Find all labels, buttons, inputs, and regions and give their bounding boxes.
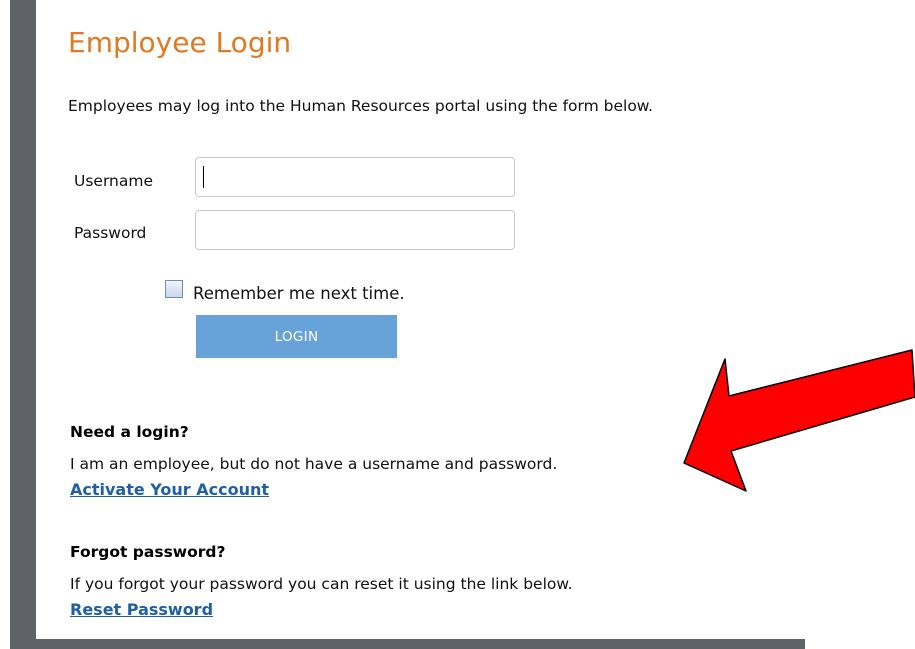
forgot-password-text: If you forgot your password you can rese… bbox=[70, 575, 573, 593]
forgot-password-heading: Forgot password? bbox=[70, 543, 226, 561]
page-title: Employee Login bbox=[68, 26, 292, 59]
need-login-heading: Need a login? bbox=[70, 423, 189, 441]
username-label: Username bbox=[74, 172, 154, 190]
frame-left-bar bbox=[10, 0, 36, 649]
password-label: Password bbox=[74, 224, 147, 242]
reset-password-link[interactable]: Reset Password bbox=[70, 600, 213, 619]
password-input[interactable] bbox=[195, 210, 515, 250]
frame-bottom-bar bbox=[10, 639, 805, 649]
red-arrow-icon bbox=[683, 349, 915, 492]
username-input[interactable] bbox=[195, 157, 515, 197]
remember-me-label[interactable]: Remember me next time. bbox=[193, 284, 405, 303]
activate-account-link[interactable]: Activate Your Account bbox=[70, 480, 269, 499]
text-caret bbox=[203, 166, 204, 188]
intro-text: Employees may log into the Human Resourc… bbox=[68, 97, 653, 115]
login-button[interactable]: LOGIN bbox=[196, 315, 397, 358]
need-login-text: I am an employee, but do not have a user… bbox=[70, 455, 558, 473]
remember-me-checkbox[interactable] bbox=[165, 280, 183, 298]
